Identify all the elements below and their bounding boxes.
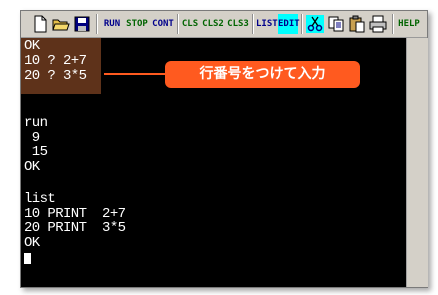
console-line: 10 PRINT 2+7 — [24, 206, 126, 222]
new-file-icon[interactable] — [31, 15, 49, 33]
cls2-button[interactable]: CLS2 — [201, 14, 225, 34]
toolbar-separator — [301, 14, 303, 34]
text-cursor — [24, 253, 31, 264]
toolbar-separator — [392, 14, 394, 34]
annotation-callout: 行番号をつけて入力 — [165, 61, 360, 88]
basic-interpreter-window: RUN STOP CONT CLS CLS2 CLS3 LIST EDIT HE… — [20, 10, 428, 288]
run-button[interactable]: RUN — [101, 14, 123, 34]
toolbar-separator — [252, 14, 254, 34]
list-button[interactable]: LIST — [256, 14, 278, 34]
console-line: list — [24, 191, 56, 207]
cls3-button[interactable]: CLS3 — [226, 14, 250, 34]
console-line: OK — [24, 235, 40, 251]
console-line: OK — [24, 38, 40, 54]
copy-icon[interactable] — [327, 15, 345, 33]
printer-icon[interactable] — [369, 15, 387, 33]
toolbar-separator — [177, 14, 179, 34]
callout-pointer-line — [104, 73, 166, 75]
console-line: 9 — [24, 130, 40, 146]
edit-button[interactable]: EDIT — [278, 14, 300, 34]
save-disk-icon[interactable] — [73, 15, 91, 33]
console-line: run — [24, 115, 48, 131]
toolbar: RUN STOP CONT CLS CLS2 CLS3 LIST EDIT HE… — [21, 11, 427, 38]
scissors-icon[interactable] — [306, 15, 324, 33]
vertical-scrollbar[interactable] — [406, 38, 428, 287]
cont-button[interactable]: CONT — [151, 14, 175, 34]
console-line: 20 ? 3*5 — [24, 68, 87, 84]
open-folder-icon[interactable] — [52, 15, 70, 33]
stop-button[interactable]: STOP — [125, 14, 149, 34]
console-line: 10 ? 2+7 — [24, 53, 87, 69]
console-line: 20 PRINT 3*5 — [24, 220, 126, 236]
console-line: OK — [24, 159, 40, 175]
console-line: 15 — [24, 144, 48, 160]
cls-button[interactable]: CLS — [181, 14, 199, 34]
paste-icon[interactable] — [348, 15, 366, 33]
help-button[interactable]: HELP — [397, 14, 421, 34]
toolbar-separator — [96, 14, 98, 34]
